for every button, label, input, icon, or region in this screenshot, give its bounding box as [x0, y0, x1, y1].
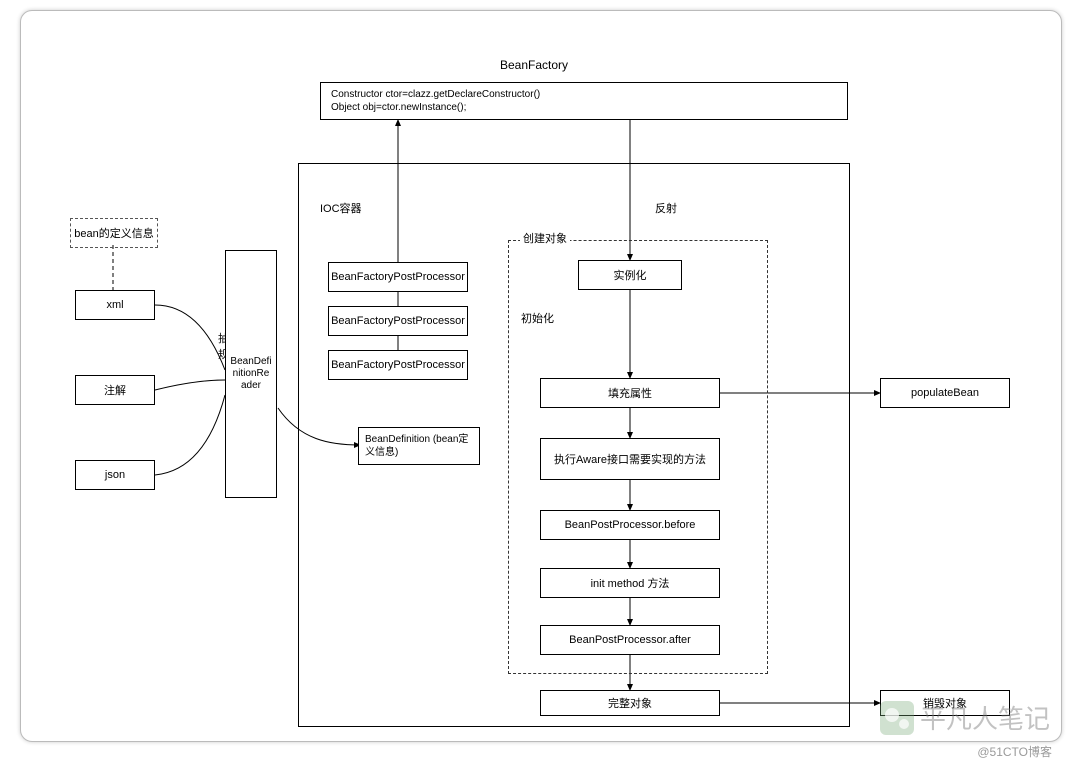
source-xml: xml [75, 290, 155, 320]
step-instantiate: 实例化 [578, 260, 682, 290]
bfpp-1: BeanFactoryPostProcessor [328, 262, 468, 292]
step-complete: 完整对象 [540, 690, 720, 716]
create-label: 创建对象 [520, 230, 570, 246]
bean-def-note: bean的定义信息 [70, 218, 158, 248]
reader-box: BeanDefinitionReader [225, 250, 277, 498]
bean-definition-box: BeanDefinition (bean定义信息) [358, 427, 480, 465]
wechat-icon [880, 701, 914, 735]
step-bpp-before: BeanPostProcessor.before [540, 510, 720, 540]
bfpp-3: BeanFactoryPostProcessor [328, 350, 468, 380]
diagram-title: BeanFactory [500, 58, 568, 72]
bfpp-2: BeanFactoryPostProcessor [328, 306, 468, 336]
source-json: json [75, 460, 155, 490]
watermark: 平凡人笔记 [880, 699, 1050, 736]
populate-bean-box: populateBean [880, 378, 1010, 408]
watermark-text: 平凡人笔记 [920, 699, 1050, 736]
constructor-box: Constructor ctor=clazz.getDeclareConstru… [320, 82, 848, 120]
reflect-label: 反射 [655, 200, 677, 216]
source-anno: 注解 [75, 375, 155, 405]
step-init: init method 方法 [540, 568, 720, 598]
ioc-label: IOC容器 [320, 200, 362, 216]
step-aware: 执行Aware接口需要实现的方法 [540, 438, 720, 480]
step-populate: 填充属性 [540, 378, 720, 408]
init-label: 初始化 [521, 310, 554, 326]
attribution-text: @51CTO博客 [977, 743, 1052, 760]
step-bpp-after: BeanPostProcessor.after [540, 625, 720, 655]
